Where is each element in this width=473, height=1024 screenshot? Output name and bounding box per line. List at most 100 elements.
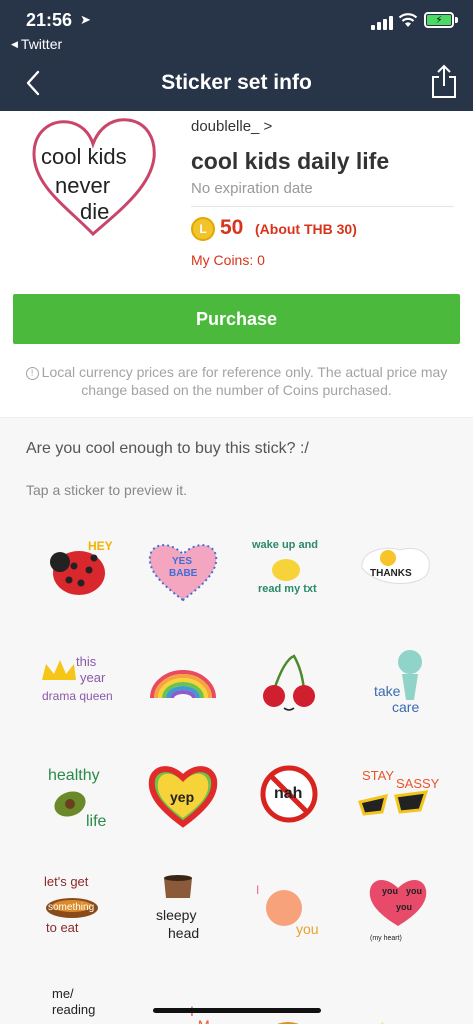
moon-sticker-image: Good xyxy=(380,1022,384,1024)
sticker-burger[interactable]: alone xyxy=(244,976,334,1024)
share-icon[interactable] xyxy=(428,64,460,100)
notice-text: Local currency prices are for reference … xyxy=(41,364,448,398)
expiration-text: No expiration date xyxy=(191,180,313,197)
divider xyxy=(191,206,454,207)
status-time: 21:56 xyxy=(26,10,73,30)
pie-sticker-image: let's get something to eat xyxy=(44,874,98,935)
take-care-sticker-image: takecare xyxy=(374,650,422,715)
sticker-text: THANKS xyxy=(370,568,412,579)
sticker-coffee[interactable]: sleepy head xyxy=(138,864,228,944)
sticker-text: drama queen xyxy=(42,689,113,703)
avocado-sticker-image: healthy life xyxy=(48,767,107,830)
sticker-text: SASSY xyxy=(396,776,440,791)
back-to-app-link[interactable]: ◀ Twitter xyxy=(11,36,62,52)
main-sticker-text-3: die xyxy=(80,199,109,224)
crown-sticker-image: thisyear drama queen xyxy=(42,654,113,703)
sticker-moon[interactable]: Good xyxy=(350,976,440,1024)
heart-yep-sticker-image: yep xyxy=(148,766,218,828)
cherries-sticker-image xyxy=(263,654,315,711)
sticker-text: to eat xyxy=(46,920,79,935)
set-description: Are you cool enough to buy this stick? :… xyxy=(26,440,309,457)
ladybug-sticker-image: HEY xyxy=(50,539,113,595)
status-bar: 21:56 ➤ ◀ Twitter ⚡ xyxy=(0,0,473,56)
peach-sticker-image: Iyou xyxy=(256,883,319,937)
sticker-text: YES xyxy=(172,556,192,567)
main-sticker-text-2: never xyxy=(55,173,110,198)
lemon-sticker-image: wake up and read my txt xyxy=(251,539,318,595)
price: 50 xyxy=(220,216,244,239)
sticker-text: you xyxy=(382,886,398,896)
reading-sticker-image: me/reading xyxy=(52,986,95,1017)
sticker-text: STAY xyxy=(362,768,394,783)
info-icon: ! xyxy=(25,367,39,380)
author-link[interactable]: doublelle_ > xyxy=(191,118,272,135)
sticker-pie[interactable]: let's get something to eat xyxy=(34,864,124,944)
local-price: (About THB 30) xyxy=(255,221,357,237)
sticker-nah[interactable]: nah xyxy=(244,752,334,832)
nah-sticker-image: nah xyxy=(260,765,318,823)
sticker-set-title: cool kids daily life xyxy=(191,148,390,174)
sticker-text: HEY xyxy=(88,539,113,553)
my-coins: My Coins: 0 xyxy=(191,252,265,268)
sticker-text: you xyxy=(406,886,422,896)
cellular-signal-icon xyxy=(371,14,395,30)
heart-yes-babe-sticker-image: YESBABE xyxy=(148,544,218,602)
sticker-text: I xyxy=(256,883,259,897)
sticker-text: BABE xyxy=(169,568,198,579)
planet-sticker-image: IM xyxy=(190,1003,210,1024)
sticker-text: something xyxy=(48,902,94,913)
sticker-ladybug[interactable]: HEY xyxy=(34,528,124,608)
sticker-text: care xyxy=(392,699,419,715)
location-arrow-icon: ➤ xyxy=(80,12,91,27)
sticker-text: life xyxy=(86,813,107,830)
sticker-avocado[interactable]: healthy life xyxy=(34,752,124,832)
sticker-text: nah xyxy=(274,785,302,802)
sticker-text: healthy xyxy=(48,767,100,784)
sticker-crown[interactable]: this year drama queen xyxy=(34,640,124,720)
sticker-heart-you[interactable]: you you you (my heart) xyxy=(350,864,440,944)
preview-hint: Tap a sticker to preview it. xyxy=(26,482,188,498)
main-sticker-text-1: cool kids xyxy=(41,144,127,169)
back-app-label: Twitter xyxy=(20,36,63,52)
currency-notice: ! Local currency prices are for reference… xyxy=(14,363,459,399)
purchase-button[interactable]: Purchase xyxy=(13,294,460,344)
sticker-text: you xyxy=(396,902,412,912)
top-bar: 21:56 ➤ ◀ Twitter ⚡ Sticker set info xyxy=(0,0,473,111)
sticker-text: wake up and xyxy=(251,539,318,551)
sticker-text: (my heart) xyxy=(370,935,402,942)
egg-sticker-image: THANKS xyxy=(361,547,430,584)
sticker-text: sleepy xyxy=(156,907,196,923)
sticker-text: take xyxy=(374,683,401,699)
sticker-cherries[interactable] xyxy=(244,640,334,720)
sticker-heart-yes-babe[interactable]: YES BABE xyxy=(138,528,228,608)
wifi-icon xyxy=(398,13,418,27)
sticker-peach[interactable]: Iyou xyxy=(244,864,334,944)
sticker-text: read my txt xyxy=(258,583,317,595)
burger-sticker-image: alone xyxy=(277,1022,299,1024)
sticker-heart-yep[interactable]: yep xyxy=(138,752,228,832)
sticker-reading[interactable]: me/reading xyxy=(34,976,124,1024)
sticker-planet[interactable]: IM xyxy=(138,976,228,1024)
sticker-text: year xyxy=(80,670,106,685)
sticker-rainbow[interactable] xyxy=(138,640,228,720)
sticker-lemon[interactable]: wake up and read my txt xyxy=(244,528,334,608)
coin-icon: L xyxy=(191,217,215,241)
sticker-text: M xyxy=(198,1017,210,1024)
stay-sassy-sticker-image: STAYSASSY xyxy=(358,768,440,816)
nav-bar: Sticker set info xyxy=(0,56,473,111)
sticker-egg[interactable]: THANKS xyxy=(350,528,440,608)
battery-icon: ⚡ xyxy=(424,12,454,28)
sticker-text: me/ xyxy=(52,986,74,1001)
sticker-stay-sassy[interactable]: STAY SASSY xyxy=(350,752,440,832)
sticker-take-care[interactable]: take care xyxy=(350,640,440,720)
sticker-preview-section: Are you cool enough to buy this stick? :… xyxy=(0,417,473,1024)
sticker-text: yep xyxy=(170,789,194,805)
home-indicator[interactable] xyxy=(153,1008,321,1013)
sticker-text: this xyxy=(76,654,97,669)
rainbow-sticker-image xyxy=(150,670,216,699)
sticker-text: you xyxy=(296,921,319,937)
coffee-sticker-image: sleepy head xyxy=(156,875,199,941)
page-title: Sticker set info xyxy=(161,71,312,94)
sticker-text: reading xyxy=(52,1002,95,1017)
heart-you-sticker-image: you youyou(my heart) xyxy=(369,879,427,942)
